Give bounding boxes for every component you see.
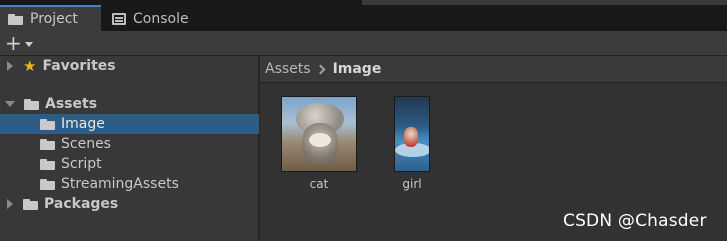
expand-arrow-icon[interactable] [7, 61, 13, 71]
folder-icon [40, 118, 55, 130]
project-tree-panel: ★ Favorites Assets Image Scenes Script S… [0, 56, 259, 241]
tree-item-label: StreamingAssets [61, 176, 179, 192]
window-tab-strip: Project Console [0, 0, 727, 31]
folder-open-icon [24, 98, 39, 110]
tree-item-script[interactable]: Script [0, 154, 259, 174]
star-icon: ★ [23, 56, 37, 75]
tab-strip-edge [362, 0, 727, 5]
collapse-arrow-icon[interactable] [5, 101, 15, 107]
thumbnail-cat-face [309, 133, 331, 147]
plus-icon: + [5, 31, 22, 55]
tab-project-label: Project [30, 11, 78, 27]
tab-console-label: Console [133, 10, 189, 27]
tree-item-label: Packages [44, 196, 119, 212]
tree-item-label: Scenes [61, 136, 111, 152]
cat-thumbnail[interactable] [281, 96, 357, 172]
asset-tile-cat[interactable]: cat [280, 96, 358, 191]
project-toolbar: + [0, 31, 727, 56]
tree-item-streamingassets[interactable]: StreamingAssets [0, 174, 259, 194]
folder-icon [40, 158, 55, 170]
girl-thumbnail[interactable] [394, 96, 430, 172]
breadcrumb-item-assets[interactable]: Assets [265, 61, 311, 77]
chevron-right-icon [315, 64, 326, 74]
tree-item-favorites[interactable]: ★ Favorites [0, 56, 259, 76]
tree-item-scenes[interactable]: Scenes [0, 134, 259, 154]
asset-label: cat [309, 177, 329, 191]
folder-icon [8, 13, 23, 25]
folder-icon [40, 178, 55, 190]
asset-tile-girl[interactable]: girl [393, 96, 431, 191]
folder-icon [23, 198, 38, 210]
tab-project[interactable]: Project [0, 5, 101, 31]
tree-item-label: Script [61, 156, 102, 172]
watermark-text: CSDN @Chasder [563, 211, 707, 231]
folder-icon [40, 138, 55, 150]
tree-item-label: Image [61, 116, 105, 132]
asset-label: girl [402, 177, 422, 191]
expand-arrow-icon[interactable] [7, 199, 13, 209]
chevron-down-icon [24, 41, 33, 47]
breadcrumb: Assets Image [260, 56, 727, 83]
tree-item-assets[interactable]: Assets [0, 94, 259, 114]
tree-item-label: Favorites [42, 58, 116, 74]
tab-console[interactable]: Console [104, 6, 214, 31]
breadcrumb-item-image[interactable]: Image [333, 61, 382, 77]
thumbnail-figure [404, 127, 418, 147]
tree-item-packages[interactable]: Packages [0, 194, 259, 214]
tree-item-image[interactable]: Image [0, 114, 259, 134]
tree-item-label: Assets [45, 96, 98, 112]
create-dropdown-button[interactable]: + [5, 33, 41, 53]
console-icon [112, 12, 126, 25]
